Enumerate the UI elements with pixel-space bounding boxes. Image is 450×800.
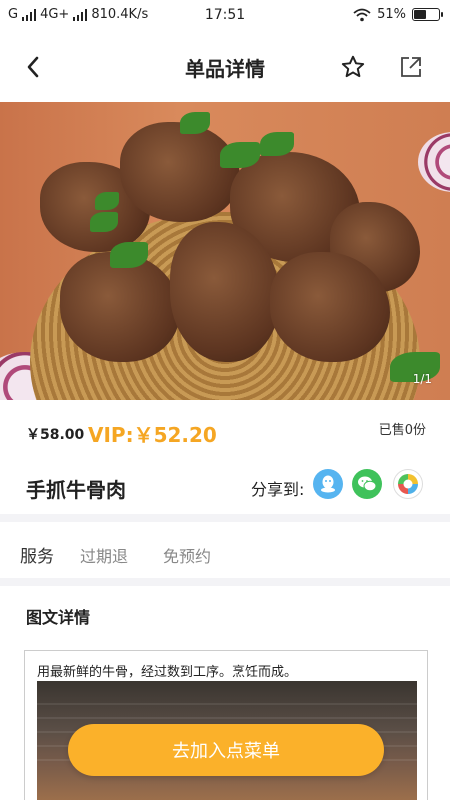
- service-tag-no-reservation: 免预约: [163, 547, 212, 566]
- wifi-icon: [353, 8, 371, 21]
- image-page-indicator: 1/1: [412, 372, 432, 386]
- original-price: ￥58.00: [26, 427, 85, 443]
- product-image[interactable]: [0, 102, 450, 400]
- vip-price: VIP:￥52.20: [88, 423, 217, 447]
- herb-garnish: [260, 132, 294, 156]
- wechat-icon: [358, 476, 377, 492]
- page-title: 单品详情: [185, 57, 265, 81]
- herb-garnish: [90, 212, 118, 232]
- nav-bar: 单品详情: [0, 32, 450, 102]
- share-moments-button[interactable]: [393, 469, 423, 499]
- herb-garnish: [180, 112, 210, 134]
- onion-decoration: [418, 132, 450, 192]
- share-label: 分享到:: [251, 480, 305, 499]
- sold-count: 已售0份: [378, 423, 426, 438]
- battery-percent: 51%: [377, 7, 406, 22]
- qq-icon: [321, 475, 335, 493]
- share-icon: [401, 57, 421, 77]
- share-qq-button[interactable]: [313, 469, 343, 499]
- favorite-button[interactable]: [338, 52, 368, 82]
- status-right: 51%: [353, 7, 443, 22]
- product-title: 手抓牛骨肉: [26, 478, 126, 502]
- section-divider: [0, 514, 450, 522]
- battery-icon: [412, 8, 443, 21]
- product-title-row: 手抓牛骨肉 分享到:: [0, 456, 450, 514]
- meat-piece: [120, 122, 240, 222]
- herb-garnish: [95, 192, 119, 210]
- section-divider-2: [0, 578, 450, 586]
- service-label: 服务: [20, 547, 54, 567]
- service-tag-refund: 过期退: [80, 547, 129, 566]
- moments-icon: [395, 471, 421, 497]
- add-to-order-button[interactable]: 去加入点菜单: [68, 724, 384, 776]
- service-row: 服务 过期退 免预约: [0, 522, 450, 578]
- status-bar: G 4G+ 810.4K/s 17:51 51%: [0, 0, 450, 32]
- star-icon: [341, 55, 365, 78]
- herb-garnish: [110, 242, 148, 268]
- share-wechat-button[interactable]: [352, 469, 382, 499]
- herb-garnish: [220, 142, 260, 168]
- price-row: ￥58.00 VIP:￥52.20 已售0份: [0, 400, 450, 456]
- share-button[interactable]: [396, 52, 426, 82]
- detail-description: 用最新鲜的牛骨，经过数到工序。烹饪而成。: [37, 665, 298, 680]
- detail-heading: 图文详情: [26, 608, 91, 627]
